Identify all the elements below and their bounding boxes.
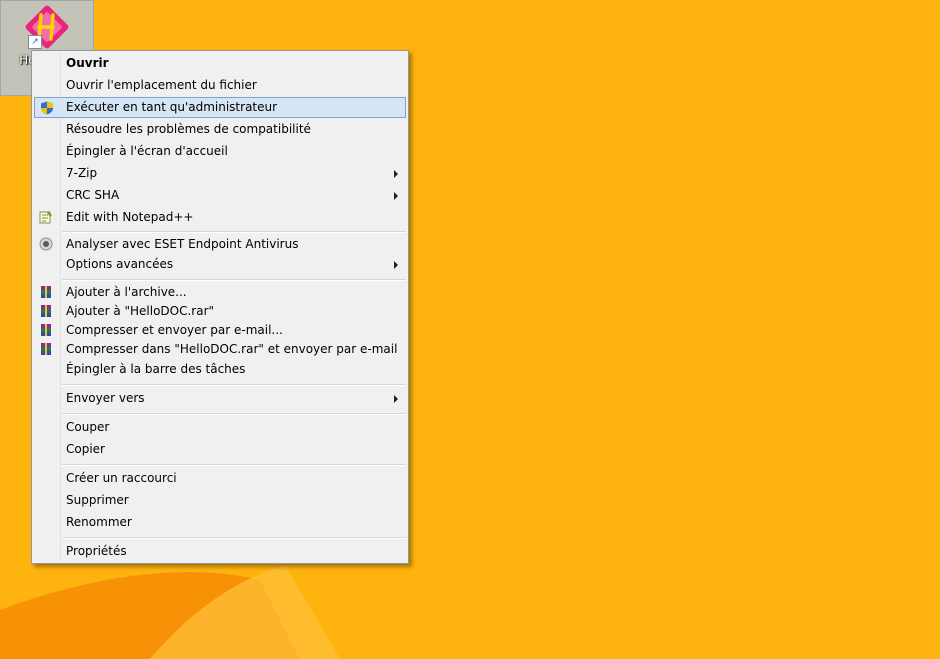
menu-item-label: Créer un raccourci bbox=[66, 471, 177, 485]
menu-item-label: Résoudre les problèmes de compatibilité bbox=[66, 122, 311, 136]
menu-item-label: CRC SHA bbox=[66, 188, 120, 202]
submenu-arrow-icon bbox=[394, 261, 398, 269]
menu-separator bbox=[62, 537, 406, 539]
eset-icon bbox=[39, 237, 53, 251]
menu-item-label: Ajouter à "HelloDOC.rar" bbox=[66, 304, 215, 318]
menu-item-label: Exécuter en tant qu'administrateur bbox=[66, 100, 278, 114]
menu-separator bbox=[62, 413, 406, 415]
menu-item-label: Options avancées bbox=[66, 257, 174, 271]
menu-item-add-to-rar[interactable]: Ajouter à "HelloDOC.rar" bbox=[34, 301, 406, 322]
menu-item-run-as-admin[interactable]: Exécuter en tant qu'administrateur bbox=[34, 97, 406, 118]
notepadpp-icon bbox=[39, 211, 52, 224]
menu-item-eset-scan[interactable]: Analyser avec ESET Endpoint Antivirus bbox=[34, 234, 406, 255]
menu-item-pin-to-taskbar[interactable]: Épingler à la barre des tâches bbox=[34, 359, 406, 380]
menu-item-delete[interactable]: Supprimer bbox=[34, 490, 406, 511]
menu-item-copy[interactable]: Copier bbox=[34, 439, 406, 460]
menu-item-open-file-location[interactable]: Ouvrir l'emplacement du fichier bbox=[34, 75, 406, 96]
winrar-icon bbox=[41, 286, 51, 298]
winrar-icon bbox=[41, 324, 51, 336]
context-menu: Ouvrir Ouvrir l'emplacement du fichier E… bbox=[31, 50, 409, 564]
menu-item-ouvrir[interactable]: Ouvrir bbox=[34, 53, 406, 74]
menu-item-compress-rar-email[interactable]: Compresser dans "HelloDOC.rar" et envoye… bbox=[34, 339, 406, 360]
menu-item-pin-to-start[interactable]: Épingler à l'écran d'accueil bbox=[34, 141, 406, 162]
menu-item-create-shortcut[interactable]: Créer un raccourci bbox=[34, 468, 406, 489]
menu-item-crc-sha[interactable]: CRC SHA bbox=[34, 185, 406, 206]
menu-item-label: Ajouter à l'archive... bbox=[66, 285, 187, 299]
menu-item-label: Compresser et envoyer par e-mail... bbox=[66, 323, 283, 337]
menu-item-label: Couper bbox=[66, 420, 110, 434]
menu-item-label: 7-Zip bbox=[66, 166, 98, 180]
menu-separator bbox=[62, 279, 406, 281]
submenu-arrow-icon bbox=[394, 192, 398, 200]
menu-item-label: Ouvrir bbox=[66, 56, 109, 70]
menu-item-label: Supprimer bbox=[66, 493, 129, 507]
winrar-icon bbox=[41, 305, 51, 317]
menu-item-rename[interactable]: Renommer bbox=[34, 512, 406, 533]
menu-item-label: Copier bbox=[66, 442, 105, 456]
menu-item-label: Edit with Notepad++ bbox=[66, 210, 194, 224]
winrar-icon bbox=[41, 343, 51, 355]
menu-item-label: Analyser avec ESET Endpoint Antivirus bbox=[66, 237, 299, 251]
menu-item-add-to-archive[interactable]: Ajouter à l'archive... bbox=[34, 282, 406, 303]
menu-separator bbox=[62, 384, 406, 386]
menu-item-label: Épingler à la barre des tâches bbox=[66, 362, 246, 376]
menu-item-label: Épingler à l'écran d'accueil bbox=[66, 144, 228, 158]
menu-item-cut[interactable]: Couper bbox=[34, 417, 406, 438]
menu-separator bbox=[62, 231, 406, 233]
menu-item-label: Compresser dans "HelloDOC.rar" et envoye… bbox=[66, 342, 398, 356]
menu-item-troubleshoot-compatibility[interactable]: Résoudre les problèmes de compatibilité bbox=[34, 119, 406, 140]
menu-item-advanced-options[interactable]: Options avancées bbox=[34, 254, 406, 275]
menu-item-send-to[interactable]: Envoyer vers bbox=[34, 388, 406, 409]
menu-item-label: Renommer bbox=[66, 515, 132, 529]
menu-item-edit-notepadpp[interactable]: Edit with Notepad++ bbox=[34, 207, 406, 228]
menu-item-label: Envoyer vers bbox=[66, 391, 145, 405]
uac-shield-icon bbox=[41, 101, 53, 115]
shortcut-arrow-icon: ↗ bbox=[28, 35, 42, 49]
menu-item-7zip[interactable]: 7-Zip bbox=[34, 163, 406, 184]
menu-item-label: Ouvrir l'emplacement du fichier bbox=[66, 78, 257, 92]
menu-separator bbox=[62, 464, 406, 466]
submenu-arrow-icon bbox=[394, 395, 398, 403]
submenu-arrow-icon bbox=[394, 170, 398, 178]
menu-item-properties[interactable]: Propriétés bbox=[34, 541, 406, 562]
menu-item-compress-email[interactable]: Compresser et envoyer par e-mail... bbox=[34, 320, 406, 341]
menu-item-label: Propriétés bbox=[66, 544, 127, 558]
